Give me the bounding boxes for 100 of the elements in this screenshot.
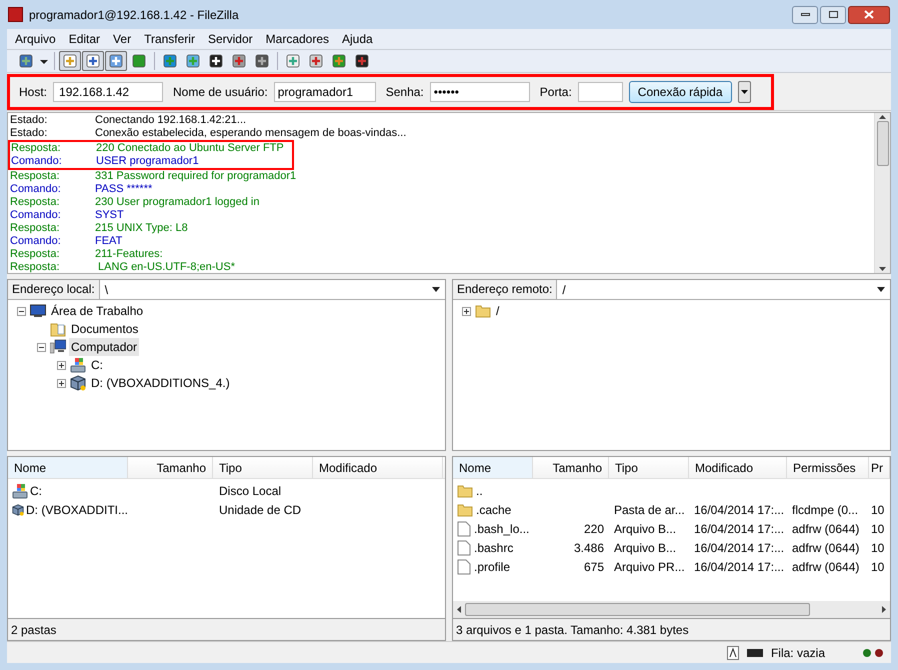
table-cell[interactable]: .bashrc: [474, 538, 514, 557]
column-header[interactable]: Nome: [8, 457, 128, 478]
log-label: Resposta:: [10, 248, 61, 262]
toolbar-icon: [108, 53, 124, 70]
close-icon: [864, 10, 874, 20]
tree-item[interactable]: Documentos: [69, 320, 140, 338]
quickconnect-dropdown-button[interactable]: [738, 80, 751, 103]
host-label: Host:: [19, 84, 48, 101]
table-cell-text: Arquivo B...: [614, 540, 676, 557]
folder-icon: [457, 502, 473, 517]
tree-item[interactable]: Computador: [69, 338, 140, 356]
menu-item[interactable]: Arquivo: [9, 30, 62, 48]
file-name[interactable]: D: (VBOXADDITI...: [26, 500, 128, 519]
toolbar-icon: [85, 53, 101, 70]
log-message: 215 UNIX Type: L8: [95, 222, 188, 236]
drive-icon: [12, 482, 28, 499]
menu-item[interactable]: Ver: [107, 30, 138, 48]
column-header[interactable]: Modificado: [313, 457, 443, 478]
table-cell-text: 220: [584, 520, 604, 538]
table-cell-text: Arquivo PR...: [614, 558, 685, 576]
pane-status: 2 pastas: [8, 618, 445, 640]
column-header[interactable]: Tipo: [213, 457, 313, 478]
minimize-icon: [800, 13, 810, 16]
table-cell-text: 10: [871, 558, 884, 576]
log-message: LANG en-US.UTF-8;en-US*: [97, 261, 235, 274]
port-field[interactable]: [578, 82, 623, 102]
menu-item[interactable]: Servidor: [202, 30, 259, 48]
tree-item[interactable]: D: (VBOXADDITIONS_4.): [89, 374, 232, 392]
toolbar-icon: [308, 53, 324, 70]
file-icon: [457, 558, 471, 575]
port-label: Porta:: [540, 84, 572, 101]
dropdown-arrow-icon: [432, 287, 440, 292]
quickconnect-button[interactable]: Conexão rápida: [628, 80, 732, 103]
column-header[interactable]: Tamanho: [533, 457, 609, 478]
maximize-button[interactable]: [820, 6, 846, 24]
scroll-thumb[interactable]: [876, 121, 888, 166]
scroll-thumb[interactable]: [465, 603, 810, 616]
log-message: USER programador1: [96, 155, 199, 168]
log-label: Resposta:: [10, 222, 61, 236]
log-message: Conectando 192.168.1.42:21...: [95, 114, 246, 128]
table-cell[interactable]: .profile: [474, 558, 510, 576]
dropdown-arrow-icon: [740, 90, 748, 94]
folder-icon: [475, 304, 491, 318]
file-type: Disco Local: [219, 484, 282, 498]
password-field[interactable]: ••••••: [430, 82, 530, 102]
log-message: SYST: [95, 209, 124, 222]
toolbar-icon: [231, 53, 247, 70]
window-title: programador1@192.168.1.42 - FileZilla: [29, 6, 239, 24]
log-message: 230 User programador1 logged in: [95, 196, 260, 210]
toolbar-icon: [208, 53, 224, 70]
collapse-icon[interactable]: [17, 306, 26, 316]
column-header[interactable]: Permissões: [787, 457, 869, 478]
toolbar-icon: [285, 53, 301, 70]
menu-item[interactable]: Transferir: [138, 30, 201, 48]
log-message: Conexão estabelecida, esperando mensagem de boas-vindas...: [95, 127, 406, 140]
log-message: 220 Conectado ao Ubuntu Server FTP: [96, 142, 284, 156]
collapse-icon[interactable]: [37, 342, 46, 352]
expand-icon[interactable]: [57, 378, 66, 388]
minimize-button[interactable]: [792, 6, 818, 24]
tree-item[interactable]: C:: [89, 356, 105, 374]
log-label: Comando:: [10, 235, 62, 248]
host-field[interactable]: 192.168.1.42: [53, 82, 164, 102]
expand-icon[interactable]: [57, 360, 66, 370]
app-logo: [8, 7, 23, 22]
column-header[interactable]: Tipo: [609, 457, 689, 478]
table-cell[interactable]: .bash_lo...: [474, 520, 530, 538]
column-header[interactable]: Tamanho: [128, 457, 213, 478]
log-label: Estado:: [10, 127, 48, 140]
table-cell-text: 3.486: [574, 540, 604, 557]
log-label: Resposta:: [10, 261, 61, 274]
scroll-right-icon: [882, 606, 886, 614]
toolbar-button[interactable]: [105, 51, 127, 72]
tree-item[interactable]: Área de Trabalho: [49, 302, 146, 320]
log-message: FEAT: [95, 235, 122, 248]
file-icon: [457, 540, 471, 556]
column-header[interactable]: Modificado: [689, 457, 787, 478]
column-header[interactable]: Pr: [869, 457, 890, 478]
table-cell[interactable]: ..: [476, 482, 483, 500]
expand-icon[interactable]: [462, 306, 471, 316]
table-cell-text: 16/04/2014 17:...: [694, 502, 784, 519]
column-header[interactable]: Nome: [453, 457, 533, 478]
file-name[interactable]: C:: [30, 482, 42, 500]
log-label: Resposta:: [10, 196, 61, 210]
table-cell-text: 675: [584, 558, 604, 576]
tree-item[interactable]: /: [494, 302, 502, 320]
close-button[interactable]: [848, 6, 890, 24]
toolbar-icon: [354, 53, 370, 70]
pane-status: 3 arquivos e 1 pasta. Tamanho: 4.381 bytes: [453, 618, 890, 640]
table-cell[interactable]: .cache: [476, 500, 512, 519]
menu-item[interactable]: Marcadores: [260, 30, 336, 48]
table-cell-text: Arquivo B...: [614, 520, 676, 538]
toolbar-icon: [254, 53, 270, 70]
menu-item[interactable]: Editar: [62, 30, 106, 48]
monitor-icon: [30, 304, 46, 318]
menu-item[interactable]: Ajuda: [336, 30, 379, 48]
maximize-icon: [828, 11, 838, 18]
drive-icon: [70, 357, 86, 374]
username-field[interactable]: programador1: [274, 82, 376, 102]
log-label: Comando:: [10, 183, 62, 196]
password-label: Senha:: [386, 84, 424, 101]
